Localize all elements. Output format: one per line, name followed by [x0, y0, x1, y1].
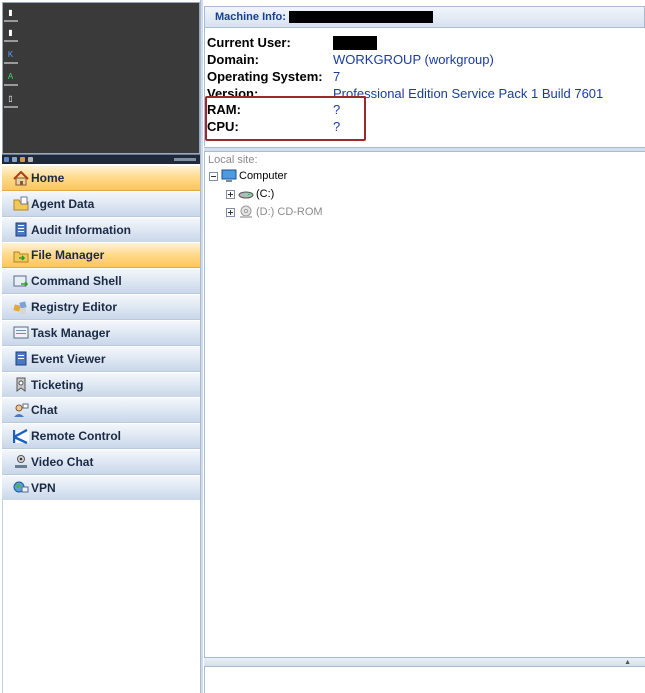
nav-label: Video Chat — [31, 454, 94, 469]
ticketing-icon — [12, 377, 29, 393]
home-icon — [12, 170, 29, 186]
info-key: Domain: — [207, 52, 259, 67]
nav-label: Chat — [31, 403, 58, 418]
remote-control-icon — [12, 428, 29, 444]
video-chat-icon — [12, 454, 29, 470]
computer-icon — [221, 169, 237, 183]
taskbar-app-icon — [12, 157, 17, 162]
taskbar-app-icon — [28, 157, 33, 162]
nav-label: Audit Information — [31, 222, 131, 237]
command-shell-icon — [12, 273, 29, 289]
remote-app-icon: K — [7, 50, 14, 59]
machine-info-title: Machine Info: — [215, 11, 286, 23]
collapse-up-icon[interactable]: ▲ — [624, 659, 631, 666]
cd-rom-icon — [238, 205, 254, 219]
redacted-machine-name — [289, 11, 433, 23]
bottom-collapse-bar[interactable]: ▲ — [204, 657, 645, 667]
tree-label: (C:) — [256, 188, 275, 200]
remote-management-window: ▮ ▮ K A ▯ Home Agent Data Audit Informat… — [0, 0, 645, 693]
bottom-panel — [204, 667, 645, 693]
nav-item-home[interactable]: Home — [2, 165, 200, 191]
machine-info-header: Machine Info: — [204, 6, 645, 28]
system-tray — [174, 158, 196, 161]
tree-node-drive-d[interactable]: (D:) CD-ROM — [226, 204, 323, 220]
taskbar-app-icon — [20, 157, 25, 162]
nav-label: Task Manager — [31, 325, 111, 340]
tree-label: Computer — [239, 170, 288, 182]
info-key: Current User: — [207, 35, 291, 50]
redacted-user — [333, 36, 377, 50]
file-tree-panel: Local site: Computer (C:) (D:) CD-ROM — [204, 152, 645, 657]
nav-item-chat[interactable]: Chat — [2, 397, 200, 424]
collapse-icon[interactable] — [209, 171, 218, 181]
hard-drive-icon — [238, 187, 254, 201]
sidebar-nav: Home Agent Data Audit Information File M… — [2, 165, 200, 501]
nav-label: Agent Data — [31, 196, 95, 211]
nav-item-event-viewer[interactable]: Event Viewer — [2, 345, 200, 372]
nav-label: Remote Control — [31, 429, 121, 444]
event-viewer-icon — [12, 351, 29, 367]
nav-label: Registry Editor — [31, 300, 118, 315]
expand-icon[interactable] — [226, 189, 235, 199]
tree-title: Local site: — [208, 154, 258, 166]
agent-data-icon — [12, 196, 29, 212]
nav-item-command-shell[interactable]: Command Shell — [2, 268, 200, 295]
info-value: Professional Edition Service Pack 1 Buil… — [333, 86, 604, 101]
nav-label: File Manager — [31, 248, 105, 263]
recycle-bin-icon: ▮ — [8, 8, 13, 17]
bin-icon: ▮ — [8, 28, 13, 37]
nav-item-ticketing[interactable]: Ticketing — [2, 371, 200, 398]
tree-node-computer[interactable]: Computer — [209, 168, 287, 184]
start-icon — [4, 157, 9, 162]
info-value: WORKGROUP (workgroup) — [333, 52, 494, 67]
nav-item-video-chat[interactable]: Video Chat — [2, 448, 200, 475]
agent-app-icon: A — [7, 72, 14, 81]
sidebar-empty-area — [2, 500, 200, 693]
tree-node-drive-c[interactable]: (C:) — [226, 186, 274, 202]
nav-label: Command Shell — [31, 274, 122, 289]
vpn-icon — [12, 480, 29, 496]
nav-item-agent-data[interactable]: Agent Data — [2, 190, 200, 217]
file-manager-icon — [12, 247, 29, 263]
info-key: Operating System: — [207, 69, 323, 84]
document-icon: ▯ — [8, 94, 13, 103]
sidebar-splitter[interactable] — [200, 0, 203, 693]
task-manager-icon — [12, 325, 29, 341]
nav-label: Event Viewer — [31, 351, 106, 366]
nav-item-audit-information[interactable]: Audit Information — [2, 216, 200, 243]
thumbnail-taskbar — [2, 154, 200, 164]
audit-icon — [12, 222, 29, 238]
info-value: 7 — [333, 69, 341, 84]
tree-label: (D:) CD-ROM — [256, 206, 323, 218]
nav-item-registry-editor[interactable]: Registry Editor — [2, 294, 200, 321]
nav-item-task-manager[interactable]: Task Manager — [2, 319, 200, 346]
nav-label: Home — [31, 171, 65, 185]
chat-icon — [12, 402, 29, 418]
nav-label: VPN — [31, 480, 56, 495]
nav-item-remote-control[interactable]: Remote Control — [2, 423, 200, 450]
nav-label: Ticketing — [31, 377, 84, 392]
nav-item-vpn[interactable]: VPN — [2, 474, 200, 501]
registry-icon — [12, 299, 29, 315]
nav-item-file-manager[interactable]: File Manager — [2, 242, 200, 269]
expand-icon[interactable] — [226, 207, 235, 217]
desktop-thumbnail[interactable]: ▮ ▮ K A ▯ — [2, 2, 200, 154]
highlight-box — [205, 96, 366, 141]
